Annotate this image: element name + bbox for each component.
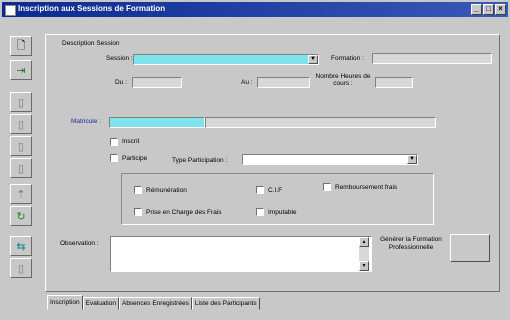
title-bar: Inscription aux Sessions de Formation _ … — [2, 2, 508, 17]
enter-button[interactable]: ⇥ — [10, 60, 32, 80]
formation-label: Formation : — [331, 55, 364, 62]
cif-label: C.I.F — [268, 187, 283, 194]
generate-label: Générer la Formation Professionnelle — [380, 236, 442, 251]
scroll-down-icon[interactable]: ▼ — [359, 261, 369, 271]
minimize-button[interactable]: _ — [471, 4, 482, 15]
remboursement-checkbox[interactable] — [323, 183, 331, 191]
matricule-field[interactable] — [109, 117, 205, 128]
hours-label: Nombre Heures de cours : — [315, 73, 371, 87]
formation-field[interactable] — [372, 53, 492, 64]
date-from-field[interactable] — [132, 77, 182, 88]
imputable-label: Imputable — [268, 209, 297, 216]
employee-name-field[interactable] — [205, 117, 436, 128]
toolbar-button-6[interactable]: ▯ — [10, 158, 32, 178]
options-group — [121, 173, 434, 225]
disabled-1-icon: ▯ — [17, 96, 25, 109]
tab-absences[interactable]: Absences Enregistrées — [118, 297, 192, 310]
window-title: Inscription aux Sessions de Formation — [18, 4, 166, 13]
remuneration-label: Rémunération — [146, 187, 187, 194]
tab-evaluation[interactable]: Evaluation — [82, 297, 119, 310]
exit-button[interactable]: ⇆ — [10, 236, 32, 256]
disabled-2-icon: ▯ — [17, 118, 25, 131]
new-record-button[interactable]: 🗋 — [10, 36, 32, 56]
imputable-checkbox[interactable] — [256, 208, 264, 216]
du-label: Du : — [115, 79, 127, 86]
date-to-field[interactable] — [257, 77, 310, 88]
type-participation-label: Type Participation : — [172, 157, 228, 164]
hours-field[interactable] — [375, 77, 413, 88]
matricule-label: Matricule : — [71, 118, 101, 125]
side-toolbar: 🗋 ⇥ ▯ ▯ ▯ ▯ ⇡ ↻ ⇆ ▯ — [10, 34, 36, 282]
tab-inscription[interactable]: Inscription — [47, 295, 83, 310]
toolbar-button-4[interactable]: ▯ — [10, 114, 32, 134]
tab-participants[interactable]: Liste des Participants — [191, 297, 260, 310]
session-select[interactable]: ▼ — [133, 54, 319, 65]
disabled-5-icon: ⇡ — [16, 188, 26, 201]
type-participation-select[interactable]: ▼ — [242, 154, 418, 165]
participe-checkbox[interactable] — [110, 154, 118, 162]
generate-formation-button[interactable] — [450, 234, 490, 262]
disabled-6-icon: ▯ — [17, 262, 25, 275]
toolbar-button-5[interactable]: ▯ — [10, 136, 32, 156]
toolbar-button-7[interactable]: ⇡ — [10, 184, 32, 204]
toolbar-button-3[interactable]: ▯ — [10, 92, 32, 112]
observation-scrollbar[interactable]: ▲ ▼ — [359, 237, 369, 271]
inscrit-label: Inscrit — [122, 138, 140, 145]
app-icon — [5, 5, 16, 16]
chevron-down-icon[interactable]: ▼ — [308, 55, 318, 64]
refresh-button[interactable]: ↻ — [10, 206, 32, 226]
app-window: Inscription aux Sessions de Formation _ … — [0, 0, 510, 320]
tab-strip: Inscription Evaluation Absences Enregist… — [47, 295, 260, 310]
window-controls: _ □ × — [471, 4, 506, 15]
observation-label: Observation : — [60, 240, 99, 247]
new-doc-icon: 🗋 — [16, 39, 26, 52]
cif-checkbox[interactable] — [256, 186, 264, 194]
scroll-up-icon[interactable]: ▲ — [359, 237, 369, 247]
exit-icon: ⇆ — [16, 240, 26, 253]
chevron-down-icon[interactable]: ▼ — [407, 155, 417, 164]
observation-textarea[interactable] — [110, 236, 372, 272]
refresh-icon: ↻ — [16, 210, 26, 223]
prise-en-charge-label: Prise en Charge des Frais — [146, 209, 222, 216]
close-button[interactable]: × — [495, 4, 506, 15]
remboursement-label: Remboursement frais — [335, 184, 398, 191]
disabled-4-icon: ▯ — [17, 162, 25, 175]
remuneration-checkbox[interactable] — [134, 186, 142, 194]
inscrit-checkbox[interactable] — [110, 138, 118, 146]
prise-en-charge-checkbox[interactable] — [134, 208, 142, 216]
toolbar-button-10[interactable]: ▯ — [10, 258, 32, 278]
disabled-3-icon: ▯ — [17, 140, 25, 153]
session-group-title: Description Session — [62, 40, 120, 47]
au-label: Au : — [241, 79, 253, 86]
session-label: Session : — [106, 55, 133, 62]
maximize-button[interactable]: □ — [483, 4, 494, 15]
participe-label: Participe — [122, 155, 148, 162]
enter-icon: ⇥ — [16, 64, 26, 77]
